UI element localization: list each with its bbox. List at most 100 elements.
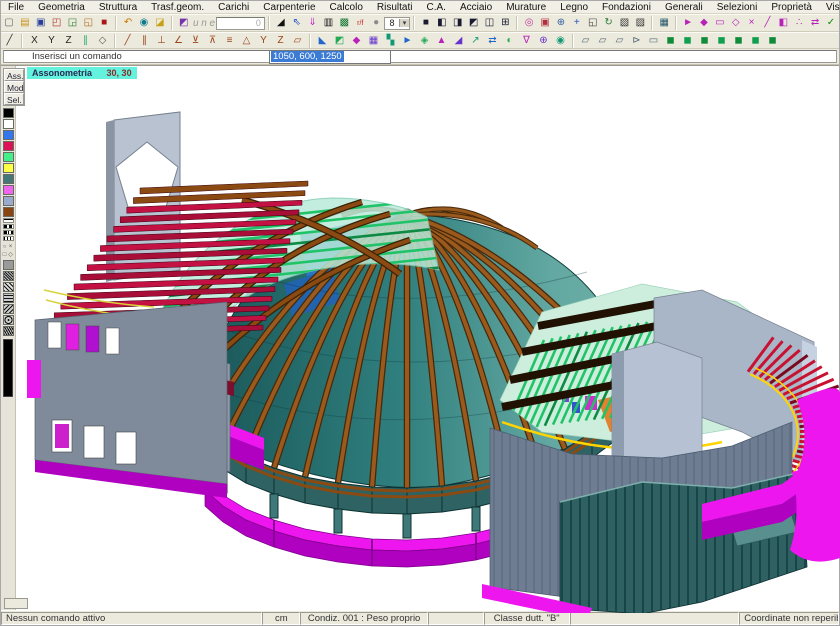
panel-color-icon[interactable]: ▩ (337, 16, 352, 31)
mesh-tool-13-icon[interactable]: ∇ (519, 33, 535, 48)
select-pointer-icon[interactable]: ► (681, 16, 696, 31)
beam-parallel-icon[interactable]: ∥ (137, 33, 153, 48)
hatch-swatch-rings[interactable] (3, 315, 14, 325)
beam-quad-icon[interactable]: ▱ (290, 33, 306, 48)
open-file-icon[interactable]: ▤ (17, 16, 32, 31)
beam-angle-icon[interactable]: ∠ (171, 33, 187, 48)
menu-item-geometria[interactable]: Geometria (31, 2, 92, 13)
menu-item-murature[interactable]: Murature (499, 2, 553, 13)
coordinate-input[interactable]: 1050, 600, 1250 (269, 50, 391, 64)
menu-item-generali[interactable]: Generali (658, 2, 710, 13)
zoom-in-icon[interactable]: ⊕ (553, 16, 568, 31)
axis-z-icon[interactable]: Z (61, 33, 77, 48)
hatch-swatch-dense[interactable] (3, 271, 14, 281)
menu-item-file[interactable]: File (1, 2, 31, 13)
view-button-sel[interactable]: Sel. (4, 93, 24, 105)
command-input[interactable]: Inserisci un comando (3, 50, 837, 63)
color-swatch-9[interactable] (3, 207, 14, 217)
mesh-tool-8-icon[interactable]: ▲ (434, 33, 450, 48)
sphere-render-icon[interactable]: ● (369, 16, 384, 31)
menu-item-legno[interactable]: Legno (553, 2, 595, 13)
color-swatch-8[interactable] (3, 196, 14, 206)
fill-mode-icon[interactable]: ◢ (273, 16, 288, 31)
beam-offset-icon[interactable]: ⊻ (188, 33, 204, 48)
menu-item-acciaio[interactable]: Acciaio (453, 2, 499, 13)
menu-item-selezioni[interactable]: Selezioni (710, 2, 765, 13)
flag-icon[interactable]: ⊳ (629, 33, 645, 48)
window-quad-icon[interactable]: ⊞ (498, 16, 513, 31)
line-style-swatch-dash-dot[interactable] (3, 230, 14, 235)
mesh-tool-14-icon[interactable]: ⊕ (536, 33, 552, 48)
solid-box-1-icon[interactable]: ◼ (663, 33, 679, 48)
rendered-view-icon[interactable]: ▨ (633, 16, 648, 31)
panel-view-icon[interactable]: ▥ (321, 16, 336, 31)
capture-icon[interactable]: ◱ (81, 16, 96, 31)
hatch-swatch-cross[interactable] (3, 282, 14, 292)
color-swatch-6[interactable] (3, 174, 14, 184)
deselect-icon[interactable]: × (744, 16, 759, 31)
plane-icon[interactable]: ▭ (646, 33, 662, 48)
menu-item-calcolo[interactable]: Calcolo (323, 2, 370, 13)
marker-swatch-3[interactable]: ◇ (8, 251, 14, 259)
beam-array-icon[interactable]: ≡ (222, 33, 238, 48)
wire-box-3-icon[interactable]: ▱ (612, 33, 628, 48)
color-swatch-7[interactable] (3, 185, 14, 195)
view-3d-icon[interactable]: ◉ (137, 16, 152, 31)
import-dxf-icon[interactable]: ◰ (49, 16, 64, 31)
pointer-icon[interactable]: ⇖ (289, 16, 304, 31)
insert-node-icon[interactable]: ⇓ (305, 16, 320, 31)
line-style-swatch-dash[interactable] (3, 224, 14, 229)
wire-box-2-icon[interactable]: ▱ (595, 33, 611, 48)
menu-item-carpenterie[interactable]: Carpenterie (256, 2, 322, 13)
color-swatch-5[interactable] (3, 163, 14, 173)
select-shells-icon[interactable]: ◧ (776, 16, 791, 31)
line-weight-select[interactable]: 8▾ (384, 17, 410, 30)
color-swatch-1[interactable] (3, 119, 14, 129)
parallel-lines-icon[interactable]: ∥ (78, 33, 94, 48)
view-button-mod[interactable]: Mod (4, 81, 24, 93)
window-corner-icon[interactable]: ◩ (466, 16, 481, 31)
line-style-swatch-dot[interactable] (3, 236, 14, 241)
beam-base-icon[interactable]: ⊼ (205, 33, 221, 48)
mesh-tool-10-icon[interactable]: ↗ (468, 33, 484, 48)
mesh-tool-12-icon[interactable]: ◐ (502, 33, 518, 48)
window-split-h-icon[interactable]: ◧ (434, 16, 449, 31)
select-poly-icon[interactable]: ◇ (728, 16, 743, 31)
pan-icon[interactable]: + (569, 16, 584, 31)
menu-item-visualizza[interactable]: Visualizza (819, 2, 840, 13)
menu-item-risultati[interactable]: Risultati (370, 2, 420, 13)
menu-item-struttura[interactable]: Struttura (92, 2, 144, 13)
beam-tri-icon[interactable]: △ (239, 33, 255, 48)
shaded-view-icon[interactable]: ▧ (617, 16, 632, 31)
mesh-tool-4-icon[interactable]: ▦ (366, 33, 382, 48)
view-button-ass[interactable]: Ass. (4, 69, 24, 81)
color-swatch-0[interactable] (3, 108, 14, 118)
beam-z-icon[interactable]: Z (273, 33, 289, 48)
print-icon[interactable]: ■ (97, 16, 112, 31)
mesh-tool-5-icon[interactable]: ▚ (383, 33, 399, 48)
hatch-swatch-solid[interactable] (3, 260, 14, 270)
select-box-icon[interactable]: ◆ (696, 16, 711, 31)
draw-line-icon[interactable]: ╱ (2, 33, 18, 48)
polygon-icon[interactable]: ◇ (95, 33, 111, 48)
solid-box-3-icon[interactable]: ◼ (697, 33, 713, 48)
window-two-icon[interactable]: ◫ (482, 16, 497, 31)
solid-box-6-icon[interactable]: ◼ (748, 33, 764, 48)
select-beams-icon[interactable]: ╱ (760, 16, 775, 31)
export-dxf-icon[interactable]: ◲ (65, 16, 80, 31)
undo-icon[interactable]: ↶ (121, 16, 136, 31)
window-single-icon[interactable]: ■ (418, 16, 433, 31)
mesh-tool-9-icon[interactable]: ◢ (451, 33, 467, 48)
mesh-tool-1-icon[interactable]: ◣ (315, 33, 331, 48)
line-style-swatch-solid[interactable] (3, 218, 14, 223)
solid-box-2-icon[interactable]: ◼ (680, 33, 696, 48)
beam-perp-icon[interactable]: ⊥ (154, 33, 170, 48)
menu-item-carichi[interactable]: Carichi (211, 2, 256, 13)
invert-selection-icon[interactable]: ⇄ (808, 16, 823, 31)
beam-y-icon[interactable]: Y (256, 33, 272, 48)
menu-item-fondazioni[interactable]: Fondazioni (595, 2, 658, 13)
solid-box-5-icon[interactable]: ◼ (731, 33, 747, 48)
window-split-v-icon[interactable]: ◨ (450, 16, 465, 31)
wire-box-1-icon[interactable]: ▱ (578, 33, 594, 48)
zoom-extents-icon[interactable]: ◎ (522, 16, 537, 31)
